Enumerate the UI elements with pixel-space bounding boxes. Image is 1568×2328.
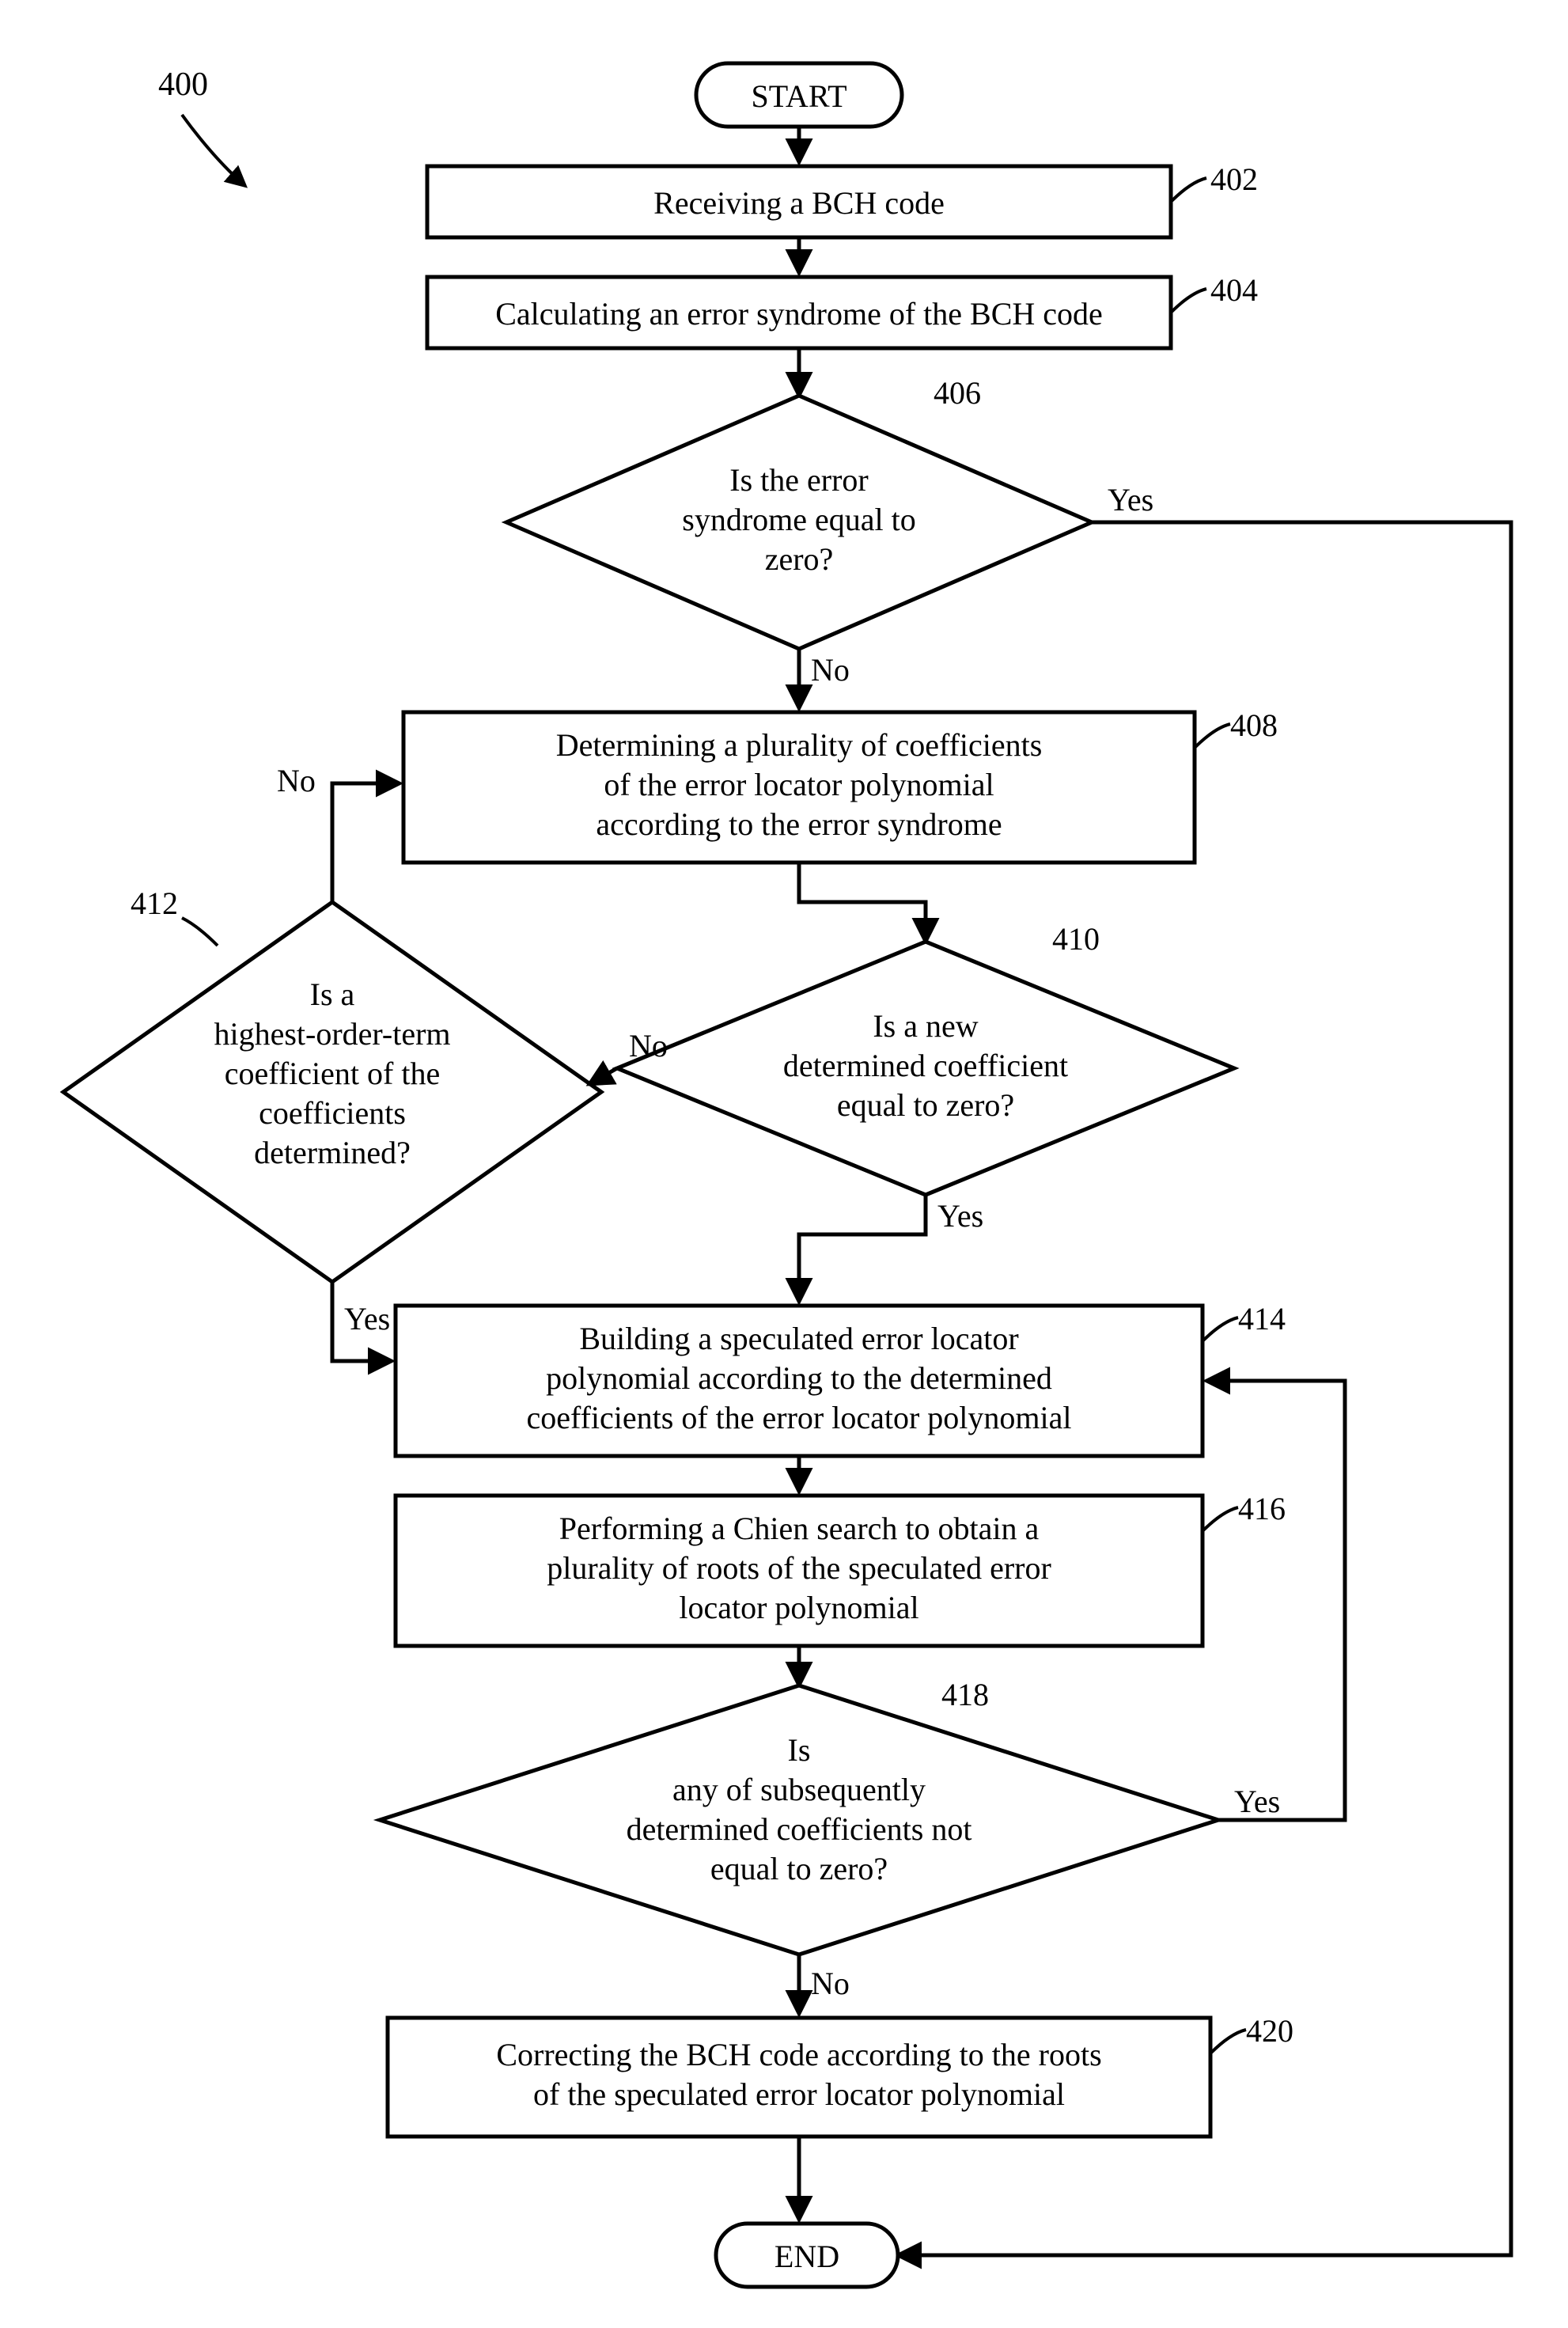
terminal-end: END (716, 2224, 898, 2287)
edge-410-414 (799, 1195, 926, 1302)
process-402: Receiving a BCH code (427, 166, 1171, 237)
ref-402: 402 (1210, 161, 1258, 197)
decision-418-line3: equal to zero? (710, 1851, 888, 1886)
ref-408: 408 (1230, 707, 1278, 743)
ref-414: 414 (1238, 1301, 1286, 1337)
edge-412-408 (332, 783, 400, 902)
decision-410-line0: Is a new (873, 1008, 978, 1044)
decision-406-line1: syndrome equal to (682, 502, 916, 537)
ref-402-tick (1171, 178, 1206, 202)
decision-406: Is the error syndrome equal to zero? (506, 396, 1092, 649)
process-414-line1: polynomial according to the determined (546, 1360, 1052, 1396)
ref-412-tick (182, 918, 218, 946)
label-406-yes: Yes (1108, 482, 1153, 518)
decision-412-line1: highest-order-term (214, 1016, 450, 1052)
process-420: Correcting the BCH code according to the… (388, 2018, 1210, 2137)
decision-418-line1: any of subsequently (672, 1772, 926, 1807)
process-416-line1: plurality of roots of the speculated err… (547, 1550, 1051, 1586)
ref-420: 420 (1246, 2013, 1293, 2049)
ref-416: 416 (1238, 1491, 1286, 1526)
decision-418-line2: determined coefficients not (627, 1811, 972, 1847)
label-410-yes: Yes (937, 1198, 983, 1234)
ref-412: 412 (131, 885, 178, 921)
process-416-line0: Performing a Chien search to obtain a (559, 1511, 1040, 1546)
process-420-line0: Correcting the BCH code according to the… (496, 2037, 1101, 2072)
ref-420-tick (1210, 2030, 1246, 2053)
figure-number: 400 (158, 66, 208, 103)
terminal-start-label: START (751, 78, 846, 114)
decision-406-line2: zero? (765, 541, 834, 577)
process-416-line2: locator polynomial (679, 1590, 918, 1625)
label-412-no: No (277, 763, 316, 798)
ref-404-tick (1171, 289, 1206, 313)
ref-410: 410 (1052, 921, 1100, 957)
edge-408-410 (799, 863, 926, 942)
terminal-end-label: END (775, 2239, 839, 2274)
edge-418-414 (1206, 1381, 1345, 1820)
process-420-line1: of the speculated error locator polynomi… (533, 2076, 1065, 2112)
label-418-no: No (811, 1966, 850, 2001)
decision-418-line0: Is (788, 1732, 811, 1768)
decision-412-line0: Is a (310, 976, 355, 1012)
ref-416-tick (1203, 1507, 1238, 1531)
decision-412-line3: coefficients (259, 1095, 406, 1131)
figure-pointer (182, 115, 245, 186)
ref-406: 406 (934, 375, 981, 411)
ref-408-tick (1195, 724, 1230, 748)
flowchart: 400 START Receiving a BCH code 402 Calcu… (0, 0, 1568, 2328)
decision-412-line4: determined? (254, 1135, 411, 1170)
label-418-yes: Yes (1234, 1784, 1280, 1819)
process-402-line0: Receiving a BCH code (653, 185, 945, 221)
decision-406-line0: Is the error (729, 462, 868, 498)
label-412-yes: Yes (344, 1301, 390, 1337)
process-414: Building a speculated error locator poly… (396, 1306, 1203, 1456)
process-408-line0: Determining a plurality of coefficients (556, 727, 1043, 763)
process-408-line1: of the error locator polynomial (604, 767, 994, 802)
process-414-line2: coefficients of the error locator polyno… (526, 1400, 1071, 1435)
decision-410: Is a new determined coefficient equal to… (617, 942, 1234, 1195)
edge-410-412 (589, 1068, 617, 1084)
ref-418: 418 (941, 1677, 989, 1712)
process-414-line0: Building a speculated error locator (579, 1321, 1018, 1356)
decision-410-line1: determined coefficient (783, 1048, 1068, 1083)
process-408: Determining a plurality of coefficients … (403, 712, 1195, 863)
label-406-no: No (811, 652, 850, 688)
process-408-line2: according to the error syndrome (596, 806, 1002, 842)
process-404-line0: Calculating an error syndrome of the BCH… (495, 296, 1103, 332)
ref-404: 404 (1210, 272, 1258, 308)
process-416: Performing a Chien search to obtain a pl… (396, 1496, 1203, 1646)
ref-414-tick (1203, 1318, 1238, 1341)
label-410-no: No (629, 1028, 668, 1064)
terminal-start: START (696, 63, 902, 127)
decision-418: Is any of subsequently determined coeffi… (380, 1685, 1218, 1955)
process-404: Calculating an error syndrome of the BCH… (427, 277, 1171, 348)
decision-410-line2: equal to zero? (837, 1087, 1014, 1123)
decision-412-line2: coefficient of the (225, 1056, 440, 1091)
decision-412: Is a highest-order-term coefficient of t… (63, 902, 601, 1282)
